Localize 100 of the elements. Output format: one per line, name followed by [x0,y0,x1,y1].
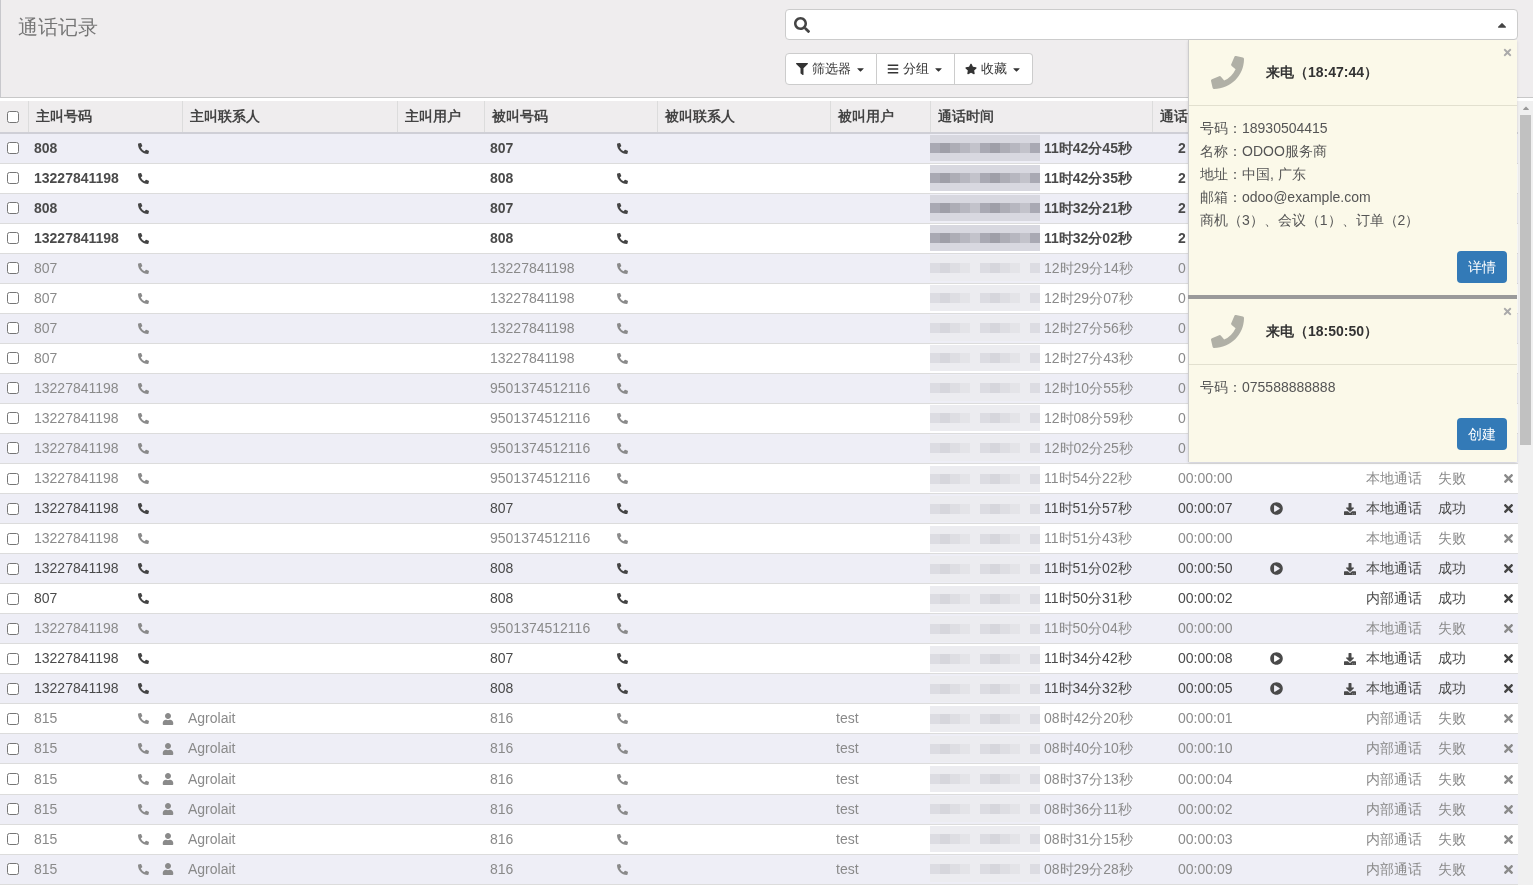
delete-icon[interactable] [1502,682,1515,696]
row-checkbox[interactable] [7,502,19,515]
row-checkbox[interactable] [7,562,19,575]
call-row[interactable]: 13227841198 807 11时51分57秒 00:00:07 本地通话 成功 [0,493,1518,524]
call-row[interactable]: 815 Agrolait 816 test 08时37分13秒 00:00:04 内部通话 失败 [0,764,1518,795]
phone-icon[interactable] [138,593,149,605]
delete-icon[interactable] [1502,562,1515,576]
scrollbar[interactable] [1518,101,1533,885]
row-checkbox[interactable] [7,532,19,545]
user-icon[interactable] [162,712,174,725]
phone-icon[interactable] [617,563,628,575]
download-icon[interactable] [1344,502,1356,515]
phone-icon[interactable] [617,232,628,244]
user-icon[interactable] [162,803,174,816]
phone-icon[interactable] [617,593,628,605]
play-icon[interactable] [1270,562,1283,576]
column-header[interactable]: 被叫号码 [491,108,548,124]
column-header[interactable]: 主叫联系人 [189,108,260,124]
play-icon[interactable] [1270,652,1283,666]
table-cell-text: 13227841198 [34,408,120,428]
row-checkbox[interactable] [7,682,19,695]
row-checkbox[interactable] [7,472,19,485]
phone-icon[interactable] [617,503,628,515]
row-checkbox[interactable] [7,322,19,335]
phone-icon[interactable] [617,172,628,184]
dropdown-button[interactable]: 分组 [877,53,955,85]
user-icon[interactable] [162,863,174,876]
call-row[interactable]: 815 Agrolait 816 test 08时31分15秒 00:00:03 内部通话 失败 [0,824,1518,855]
table-cell: 00:00:09 [1178,860,1233,877]
row-checkbox[interactable] [7,442,19,455]
call-row[interactable]: 13227841198 808 11时51分02秒 00:00:50 本地通话 成功 [0,553,1518,584]
delete-icon[interactable] [1502,502,1515,516]
delete-icon[interactable] [1502,652,1515,666]
phone-icon[interactable] [138,202,149,214]
phone-icon[interactable] [617,683,628,695]
row-checkbox[interactable] [7,592,19,605]
call-row[interactable]: 13227841198 808 11时34分32秒 00:00:05 本地通话 成功 [0,673,1518,704]
download-icon[interactable] [1344,652,1356,665]
table-cell: Agrolait [188,740,236,757]
notification-text: 号码：075588888888 [1200,378,1337,397]
row-checkbox[interactable] [7,863,19,876]
table-cell-text: 13227841198 [34,499,120,519]
row-checkbox[interactable] [7,622,19,635]
table-cell-text: 08时40分10秒 [1044,739,1133,759]
download-icon[interactable] [1344,562,1356,575]
user-icon[interactable] [162,773,174,785]
call-row[interactable]: 13227841198 807 11时34分42秒 00:00:08 本地通话 成功 [0,643,1518,674]
table-cell-text: 12时27分56秒 [1044,318,1133,338]
phone-icon[interactable] [617,142,628,154]
phone-icon[interactable] [138,503,149,515]
table-cell-text: 815 [34,709,59,729]
row-checkbox[interactable] [7,292,19,305]
row-checkbox[interactable] [7,382,19,395]
notification-button[interactable]: 详情 [1457,251,1507,283]
call-row[interactable]: 13227841198 9501374512116 11时51分43秒 00:00:00 本地通话 失败 [0,523,1518,554]
table-cell-text: 11时32分21秒 [1044,198,1132,218]
row-checkbox[interactable] [7,833,19,846]
phone-icon[interactable] [138,563,149,575]
user-icon[interactable] [162,833,174,846]
phone-icon[interactable] [138,653,149,665]
row-checkbox[interactable] [7,352,19,365]
dropdown-button[interactable]: 筛选器 [785,53,877,85]
phone-icon[interactable] [617,202,628,214]
table-cell: Agrolait [188,770,236,787]
column-header[interactable]: 通话 [1159,108,1188,124]
column-header[interactable]: 被叫联系人 [664,108,735,124]
row-checkbox[interactable] [7,742,19,755]
row-checkbox[interactable] [7,652,19,665]
notification-button[interactable]: 创建 [1457,418,1507,450]
phone-icon[interactable] [138,232,149,244]
row-checkbox[interactable] [7,142,19,155]
user-icon[interactable] [162,742,174,755]
column-header[interactable]: 被叫用户 [837,108,894,124]
column-header[interactable]: 主叫用户 [404,108,461,124]
row-checkbox[interactable] [7,712,19,725]
download-icon[interactable] [1344,682,1356,695]
phone-icon[interactable] [138,142,149,154]
phone-icon[interactable] [617,653,628,665]
phone-icon[interactable] [138,172,149,184]
dropdown-button[interactable]: 收藏 [955,53,1033,85]
row-checkbox[interactable] [7,262,19,275]
row-checkbox[interactable] [7,232,19,245]
play-icon[interactable] [1270,502,1283,516]
select-all-checkbox[interactable] [7,110,19,123]
phone-icon[interactable] [138,683,149,695]
call-row[interactable]: 13227841198 9501374512116 11时54分22秒 00:00:00 本地通话 失败 [0,463,1518,494]
row-checkbox[interactable] [7,773,19,785]
notification-title: 来电（18:50:50） [1266,322,1379,341]
delete-icon[interactable] [1502,592,1515,606]
call-row[interactable]: 807 808 11时50分31秒 00:00:02 内部通话 成功 [0,583,1518,614]
play-icon[interactable] [1270,682,1283,696]
row-checkbox[interactable] [7,412,19,425]
search-field[interactable] [785,9,1518,40]
scrollbar-thumb[interactable] [1520,115,1531,445]
column-header[interactable]: 主叫号码 [35,108,92,124]
call-row[interactable]: 815 Agrolait 816 test 08时42分20秒 00:00:01 内部通话 失败 [0,703,1518,734]
column-header[interactable]: 通话时间 [937,108,994,124]
row-checkbox[interactable] [7,803,19,816]
row-checkbox[interactable] [7,172,19,185]
row-checkbox[interactable] [7,202,19,215]
